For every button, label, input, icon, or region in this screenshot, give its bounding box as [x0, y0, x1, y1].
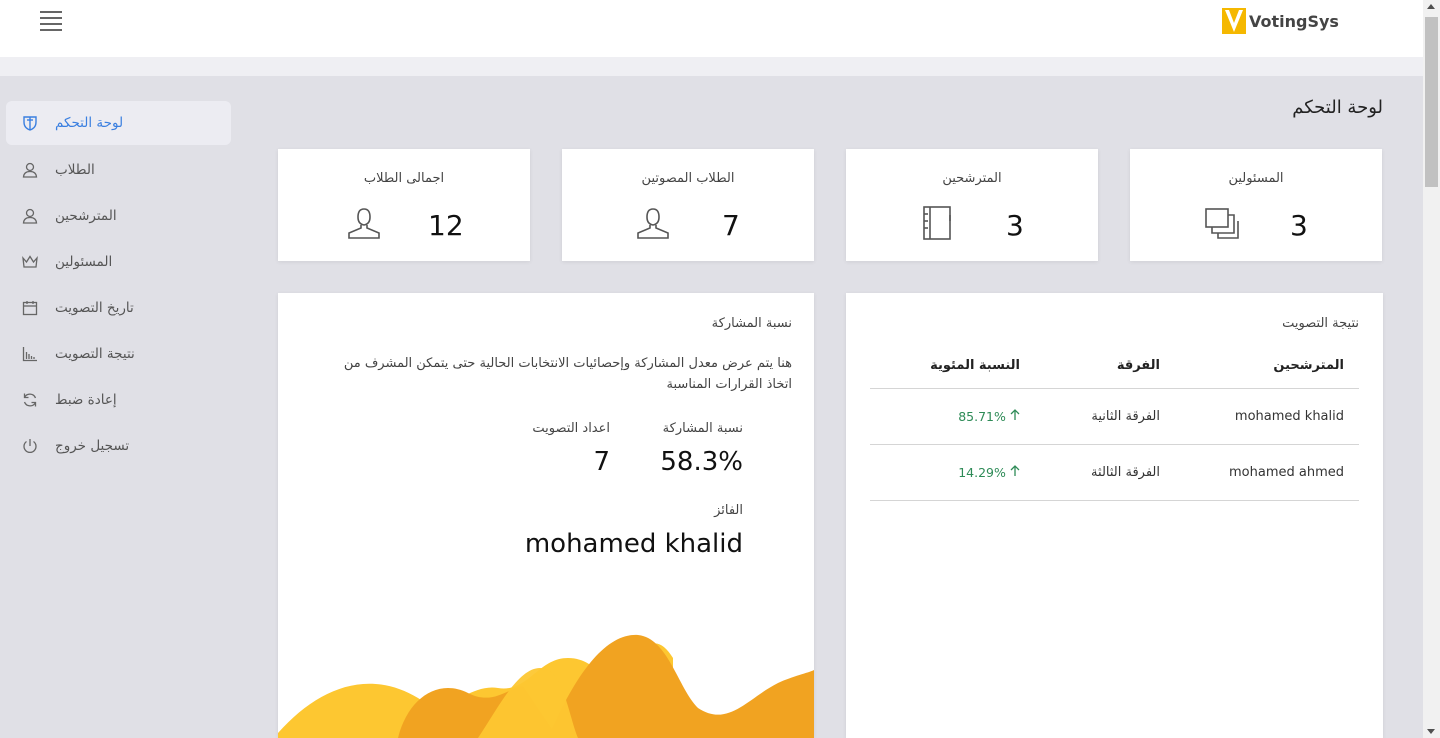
sidebar-item-label: تاريخ التصويت — [55, 300, 134, 316]
winner-label: الفائز — [714, 503, 743, 518]
sidebar-item-label: تسجيل خروج — [55, 438, 130, 454]
stat-card-voted-students: الطلاب المصوتين 7 — [562, 149, 814, 261]
sidebar-item-students[interactable]: الطلاب — [6, 147, 231, 193]
header-gap — [0, 57, 1423, 76]
shield-icon — [20, 113, 40, 133]
panel-title: نتيجة التصويت — [1282, 316, 1359, 331]
stat-title: الطلاب المصوتين — [641, 171, 735, 186]
sidebar-item-candidates[interactable]: المترشحين — [6, 193, 231, 239]
sidebar-item-label: الطلاب — [55, 162, 95, 178]
calendar-icon — [20, 298, 40, 318]
sidebar: لوحة التحكم الطلاب المترشحين المسئولين ت… — [6, 101, 231, 469]
sidebar-item-admins[interactable]: المسئولين — [6, 239, 231, 285]
candidate-cell: mohamed khalid — [1234, 409, 1344, 424]
page-title: لوحة التحكم — [1292, 97, 1383, 118]
results-table: النسبة المئوية الفرقة المترشحين 85.71% ا… — [870, 343, 1359, 501]
arrow-up-icon — [1010, 464, 1020, 476]
stat-card-candidates: المترشحين 3 — [846, 149, 1098, 261]
stat-value: 7 — [722, 209, 740, 242]
bar-chart-icon — [20, 344, 40, 364]
team-cell: الفرقة الثانية — [1091, 409, 1160, 424]
stat-title: المترشحين — [942, 171, 1002, 186]
table-row: 85.71% الفرقة الثانية mohamed khalid — [870, 389, 1359, 445]
user-icon — [20, 206, 40, 226]
wave-decoration — [278, 634, 814, 738]
brand[interactable]: VotingSys — [1222, 8, 1339, 34]
header-percentage: النسبة المئوية — [930, 358, 1020, 373]
percentage-cell: 14.29% — [870, 465, 1020, 481]
winner-value: mohamed khalid — [524, 529, 743, 559]
stat-card-total-students: اجمالى الطلاب 12 — [278, 149, 530, 261]
team-cell: الفرقة الثالثة — [1091, 465, 1160, 480]
logo-icon — [1222, 8, 1246, 34]
menu-icon[interactable] — [40, 11, 62, 31]
user-icon — [346, 205, 382, 245]
sidebar-item-vote-results[interactable]: نتيجة التصويت — [6, 331, 231, 377]
refresh-icon — [20, 390, 40, 410]
scroll-up-arrow[interactable] — [1427, 4, 1435, 9]
percentage-cell: 85.71% — [870, 409, 1020, 425]
arrow-up-icon — [1010, 408, 1020, 420]
percentage-value: 14.29% — [958, 464, 1006, 480]
sidebar-item-vote-date[interactable]: تاريخ التصويت — [6, 285, 231, 331]
sidebar-item-dashboard[interactable]: لوحة التحكم — [6, 101, 231, 145]
crown-icon — [20, 252, 40, 272]
rate-value: 58.3% — [660, 447, 743, 477]
sidebar-item-reset[interactable]: إعادة ضبط — [6, 377, 231, 423]
participation-panel: نسبة المشاركة هنا يتم عرض معدل المشاركة … — [278, 293, 814, 738]
scroll-thumb[interactable] — [1425, 17, 1438, 187]
vote-results-panel: نتيجة التصويت النسبة المئوية الفرقة المت… — [846, 293, 1383, 738]
notebook-icon — [921, 205, 953, 245]
stat-title: المسئولين — [1228, 171, 1284, 186]
user-icon — [635, 205, 671, 245]
page-scrollbar[interactable] — [1423, 0, 1440, 738]
user-icon — [20, 160, 40, 180]
table-header: النسبة المئوية الفرقة المترشحين — [870, 343, 1359, 389]
top-bar: VotingSys — [0, 0, 1423, 57]
sidebar-item-logout[interactable]: تسجيل خروج — [6, 423, 231, 469]
power-icon — [20, 436, 40, 456]
copy-icon — [1204, 205, 1240, 245]
sidebar-item-label: المترشحين — [55, 208, 117, 224]
candidate-cell: mohamed ahmed — [1229, 465, 1344, 480]
panel-title: نسبة المشاركة — [711, 316, 792, 331]
brand-name: VotingSys — [1249, 11, 1339, 31]
votes-value: 7 — [593, 447, 610, 477]
header-team: الفرقة — [1116, 358, 1160, 373]
stat-card-admins: المسئولين 3 — [1130, 149, 1382, 261]
table-row: 14.29% الفرقة الثالثة mohamed ahmed — [870, 445, 1359, 501]
rate-label: نسبة المشاركة — [662, 421, 743, 436]
header-candidate: المترشحين — [1273, 358, 1344, 373]
sidebar-item-label: نتيجة التصويت — [55, 346, 135, 362]
stat-value: 3 — [1290, 209, 1308, 242]
scroll-down-arrow[interactable] — [1427, 729, 1435, 734]
stat-value: 12 — [428, 209, 464, 242]
participation-description: هنا يتم عرض معدل المشاركة وإحصائيات الان… — [343, 356, 792, 392]
sidebar-item-label: إعادة ضبط — [55, 392, 117, 408]
votes-label: اعداد التصويت — [532, 421, 610, 436]
stat-value: 3 — [1006, 209, 1024, 242]
sidebar-item-label: لوحة التحكم — [55, 115, 124, 131]
stat-title: اجمالى الطلاب — [363, 171, 445, 186]
percentage-value: 85.71% — [958, 408, 1006, 424]
sidebar-item-label: المسئولين — [55, 254, 113, 270]
